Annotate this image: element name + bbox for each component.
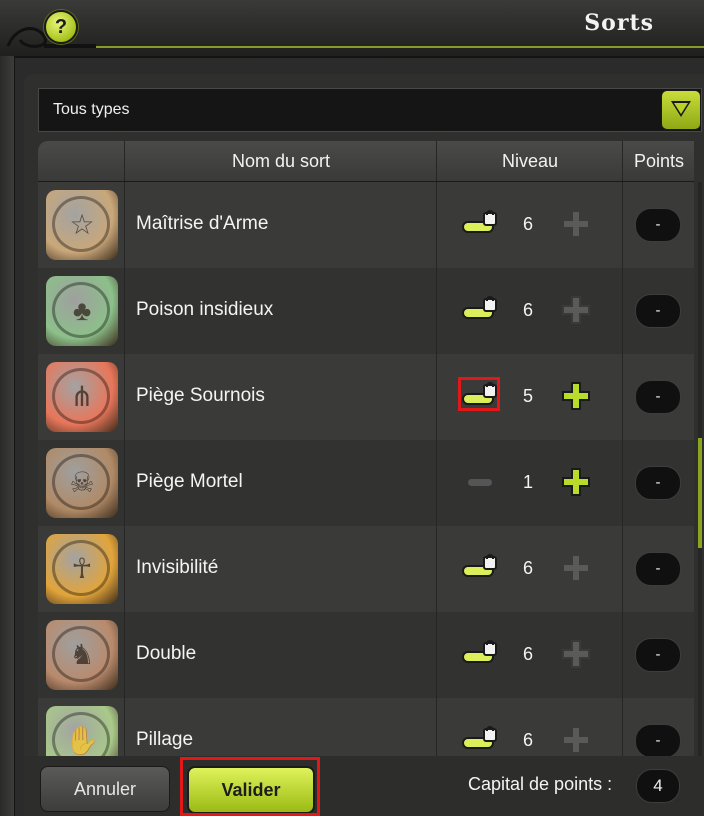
spell-name[interactable]: Maîtrise d'Arme bbox=[136, 213, 268, 235]
icon-glyph: ☠ bbox=[69, 467, 95, 498]
table-row[interactable]: ☠ Piège Mortel 1 - bbox=[38, 440, 694, 526]
spell-points-badge: - bbox=[635, 466, 681, 500]
column-separator bbox=[124, 182, 125, 268]
spell-points-badge: - bbox=[635, 638, 681, 672]
column-header-level[interactable]: Niveau bbox=[436, 141, 623, 181]
locked-level-icon[interactable] bbox=[462, 554, 498, 582]
table-row[interactable]: ☥ Invisibilité 6 - bbox=[38, 526, 694, 612]
plus-button[interactable] bbox=[560, 380, 592, 412]
spell-list: ☆ Maîtrise d'Arme 6 - ♣ Poison insidieux bbox=[38, 182, 694, 756]
column-separator bbox=[124, 354, 125, 440]
spell-points-badge: - bbox=[635, 294, 681, 328]
dropdown-toggle-button[interactable] bbox=[661, 90, 701, 130]
window-title: Sorts bbox=[584, 10, 654, 36]
spell-level: 6 bbox=[522, 644, 533, 664]
table-row[interactable]: ♣ Poison insidieux 6 - bbox=[38, 268, 694, 354]
column-separator bbox=[436, 612, 437, 698]
left-frame bbox=[0, 56, 15, 816]
plus-button[interactable] bbox=[560, 638, 592, 670]
table-row[interactable]: ⋔ Piège Sournois 5 - bbox=[38, 354, 694, 440]
table-row[interactable]: ✋ Pillage 6 - bbox=[38, 698, 694, 756]
icon-glyph: ♣ bbox=[72, 295, 92, 326]
skull-trap-icon[interactable]: ☠ bbox=[46, 448, 118, 518]
spell-level: 6 bbox=[522, 300, 533, 320]
type-filter-value: Tous types bbox=[53, 101, 130, 118]
column-separator bbox=[436, 440, 437, 526]
column-header-name[interactable]: Nom du sort bbox=[124, 141, 437, 181]
type-filter-dropdown[interactable]: Tous types bbox=[38, 88, 702, 132]
plus-button[interactable] bbox=[560, 552, 592, 584]
column-separator bbox=[622, 182, 623, 268]
spell-points-badge: - bbox=[635, 208, 681, 242]
column-separator bbox=[436, 526, 437, 612]
column-separator bbox=[124, 440, 125, 526]
minus-button-disabled[interactable] bbox=[462, 468, 498, 496]
column-separator bbox=[124, 268, 125, 354]
table-row[interactable]: ☆ Maîtrise d'Arme 6 - bbox=[38, 182, 694, 268]
spell-level: 6 bbox=[522, 214, 533, 234]
spike-trap-icon[interactable]: ⋔ bbox=[46, 362, 118, 432]
help-button[interactable]: ? bbox=[44, 10, 78, 44]
cancel-button[interactable]: Annuler bbox=[40, 766, 170, 812]
plus-button[interactable] bbox=[560, 294, 592, 326]
star-medal-icon[interactable]: ☆ bbox=[46, 190, 118, 260]
poison-plant-icon[interactable]: ♣ bbox=[46, 276, 118, 346]
icon-glyph: ✋ bbox=[64, 725, 100, 756]
spell-points-badge: - bbox=[635, 724, 681, 756]
plus-button[interactable] bbox=[560, 208, 592, 240]
capital-points-label: Capital de points : bbox=[468, 774, 613, 794]
locked-level-icon[interactable] bbox=[462, 210, 498, 238]
highlight-box-validate bbox=[180, 757, 320, 816]
column-separator bbox=[436, 268, 437, 354]
scrollbar-thumb[interactable] bbox=[698, 438, 702, 548]
spell-level: 6 bbox=[522, 730, 533, 750]
highlight-box-level-lock bbox=[458, 377, 500, 411]
column-separator bbox=[622, 698, 623, 756]
column-separator bbox=[436, 182, 437, 268]
double-figure-icon[interactable]: ♞ bbox=[46, 620, 118, 690]
icon-glyph: ⋔ bbox=[70, 381, 94, 412]
icon-glyph: ♞ bbox=[69, 639, 95, 670]
column-separator bbox=[124, 698, 125, 756]
title-divider bbox=[96, 46, 704, 48]
spell-level: 5 bbox=[522, 386, 533, 406]
table-row[interactable]: ♞ Double 6 - bbox=[38, 612, 694, 698]
icon-glyph: ☆ bbox=[69, 209, 95, 240]
spell-name[interactable]: Pillage bbox=[136, 729, 193, 751]
column-separator bbox=[124, 526, 125, 612]
icon-glyph: ☥ bbox=[71, 553, 93, 584]
column-separator bbox=[622, 268, 623, 354]
column-separator bbox=[436, 698, 437, 756]
plus-button[interactable] bbox=[560, 724, 592, 756]
column-separator bbox=[436, 354, 437, 440]
spell-name[interactable]: Invisibilité bbox=[136, 557, 218, 579]
spell-points-badge: - bbox=[635, 380, 681, 414]
locked-level-icon[interactable] bbox=[462, 296, 498, 324]
spell-points-badge: - bbox=[635, 552, 681, 586]
title-bar: ? Sorts bbox=[0, 0, 704, 58]
capital-points-value: 4 bbox=[636, 769, 680, 803]
column-separator bbox=[622, 526, 623, 612]
spell-name[interactable]: Poison insidieux bbox=[136, 299, 273, 321]
spell-name[interactable]: Piège Mortel bbox=[136, 471, 243, 493]
column-separator bbox=[124, 612, 125, 698]
table-header: Nom du sort Niveau Points bbox=[38, 141, 694, 182]
spell-level: 6 bbox=[522, 558, 533, 578]
spell-name[interactable]: Double bbox=[136, 643, 196, 665]
invisible-figure-icon[interactable]: ☥ bbox=[46, 534, 118, 604]
column-separator bbox=[622, 354, 623, 440]
spell-name[interactable]: Piège Sournois bbox=[136, 385, 265, 407]
locked-level-icon[interactable] bbox=[462, 640, 498, 668]
column-separator bbox=[622, 440, 623, 526]
chevron-down-icon bbox=[671, 101, 691, 117]
spell-level: 1 bbox=[522, 472, 533, 492]
pillage-hand-icon[interactable]: ✋ bbox=[46, 706, 118, 756]
locked-level-icon[interactable] bbox=[462, 726, 498, 754]
column-header-points[interactable]: Points bbox=[622, 141, 695, 181]
column-separator bbox=[622, 612, 623, 698]
plus-button[interactable] bbox=[560, 466, 592, 498]
